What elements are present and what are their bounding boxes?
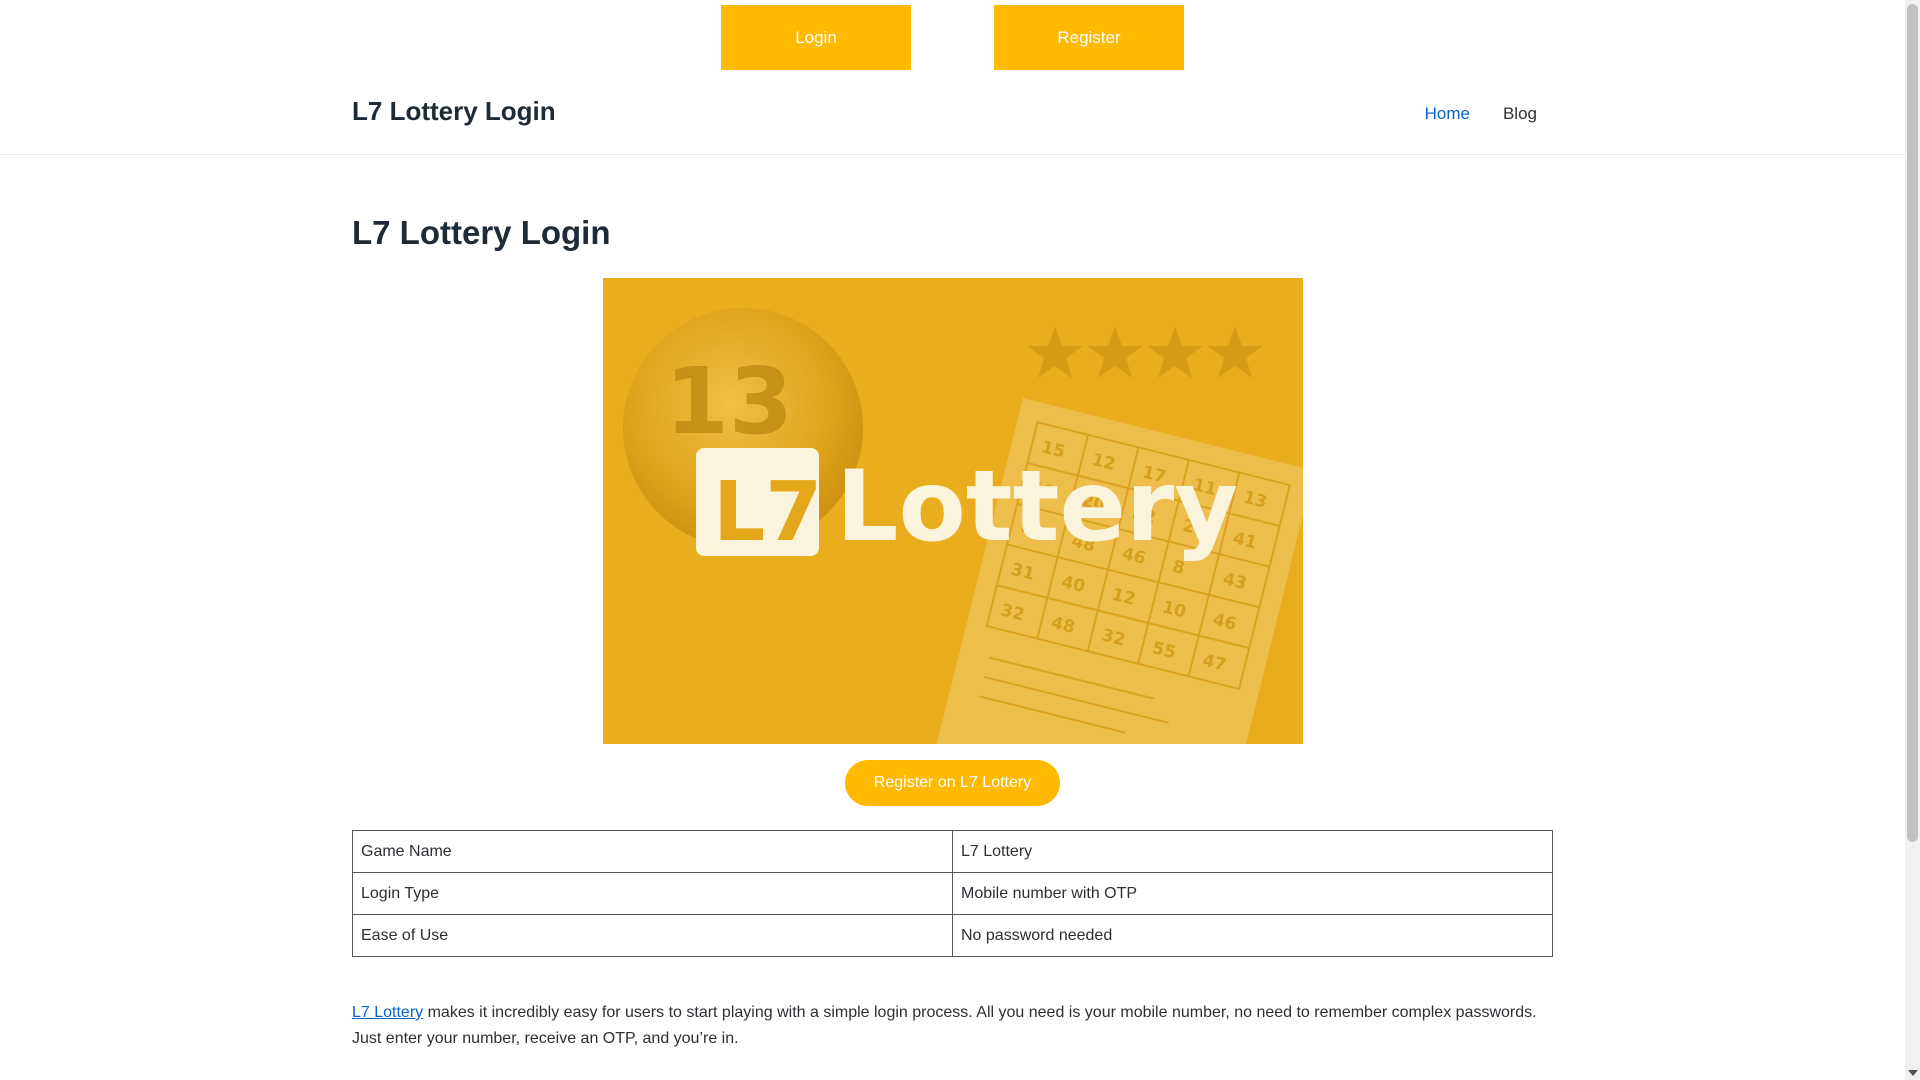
table-cell-value: L7 Lottery	[952, 830, 1553, 873]
register-button[interactable]: Register	[994, 5, 1184, 70]
scroll-down-arrow-icon[interactable]	[1908, 1070, 1918, 1076]
intro-paragraph: L7 Lottery makes it incredibly easy for …	[352, 1000, 1562, 1052]
l7-lottery-logo: L7 Lottery	[696, 448, 1238, 564]
l7-lottery-link[interactable]: L7 Lottery	[352, 1004, 423, 1021]
table-cell-value: Mobile number with OTP	[952, 872, 1553, 915]
vertical-scrollbar[interactable]	[1905, 0, 1920, 1080]
nav-item-home[interactable]: Home	[1425, 104, 1470, 124]
table-row: Login Type Mobile number with OTP	[352, 872, 1553, 915]
page: Login Register L7 Lottery Login Home Blo…	[0, 0, 1905, 1080]
table-row: Ease of Use No password needed	[352, 914, 1553, 957]
svg-text:Lottery: Lottery	[836, 450, 1238, 564]
main-nav: Home Blog	[1425, 104, 1537, 124]
svg-text:L7: L7	[713, 465, 822, 560]
intro-text: makes it incredibly easy for users to st…	[352, 1004, 1537, 1047]
nav-item-blog[interactable]: Blog	[1503, 104, 1537, 124]
table-cell-label: Login Type	[352, 872, 953, 915]
hero-image: 15 12 17 11 13 19 20 22 28 41 44 48 46 8 43 31 40 12 10 46 3…	[603, 278, 1303, 744]
scrollbar-thumb[interactable]	[1907, 4, 1918, 842]
header-divider	[0, 154, 1905, 155]
ball-number: 13	[665, 348, 793, 455]
table-cell-label: Game Name	[352, 830, 953, 873]
site-title[interactable]: L7 Lottery Login	[352, 96, 556, 127]
register-cta-button[interactable]: Register on L7 Lottery	[845, 760, 1060, 806]
table-cell-label: Ease of Use	[352, 914, 953, 957]
table-row: Game Name L7 Lottery	[352, 830, 1553, 873]
info-table: Game Name L7 Lottery Login Type Mobile n…	[352, 830, 1553, 957]
page-title: L7 Lottery Login	[352, 214, 611, 251]
table-cell-value: No password needed	[952, 914, 1553, 957]
login-button[interactable]: Login	[721, 5, 911, 70]
